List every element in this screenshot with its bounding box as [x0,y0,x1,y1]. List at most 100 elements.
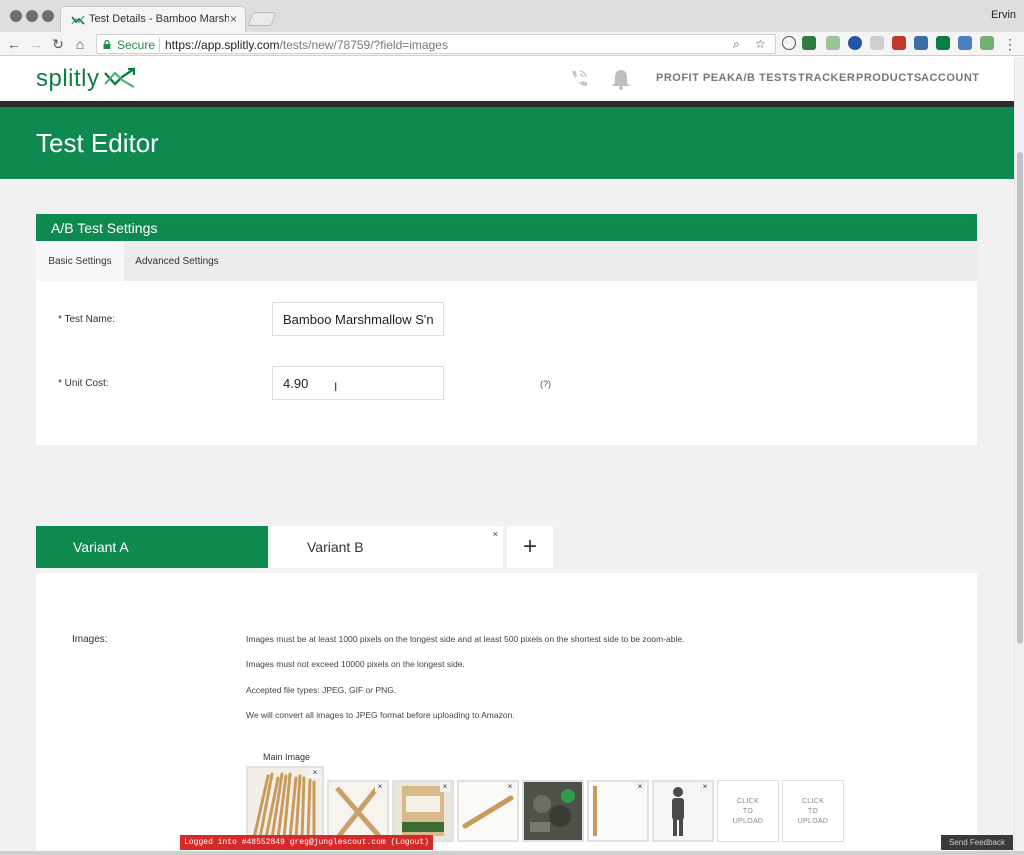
image-thumbnail[interactable]: × [327,780,389,842]
new-tab-button[interactable] [247,12,277,26]
back-icon[interactable]: ← [6,35,22,53]
tab-advanced-settings[interactable]: Advanced Settings [124,241,230,281]
scrollbar-thumb[interactable] [1017,152,1023,644]
image-thumbnail[interactable] [522,780,584,842]
settings-heading: A/B Test Settings [51,220,158,236]
extension-translate-icon[interactable] [958,36,972,50]
text-cursor-icon: I [334,380,338,394]
extension-shield-icon[interactable] [848,36,862,50]
extension-splitly-icon[interactable] [936,36,950,50]
secure-label: Secure [117,38,156,52]
campfire-photo-image [524,782,582,840]
minimize-window-button[interactable] [26,10,38,22]
maximize-window-button[interactable] [42,10,54,22]
splitly-logo-mark-icon [104,67,136,88]
extension-puzzle-icon[interactable] [870,36,884,50]
tab-title: Test Details - Bamboo Marshma [89,13,229,25]
remove-image-icon[interactable]: × [635,782,645,792]
url-path: /tests/new/78759/?field=images [279,38,448,52]
page-scrollbar[interactable] [1014,57,1024,855]
star-icon[interactable]: ☆ [755,37,766,51]
zoom-icon[interactable]: ⌕ [733,37,740,52]
extension-js-icon[interactable] [892,36,906,50]
image-rule: Images must be at least 1000 pixels on t… [246,634,685,644]
image-thumbnail[interactable]: × [457,780,519,842]
extension-evernote-icon[interactable] [802,36,816,50]
phone-icon[interactable] [566,67,590,91]
bamboo-sticks-image [248,768,322,842]
nav-profit-peak[interactable]: PROFIT PEAK [656,72,735,84]
splitly-favicon-icon [71,15,85,25]
upload-text-line: CLICK [736,798,760,805]
add-variant-button[interactable]: + [507,526,553,568]
extension-link-icon[interactable] [914,36,928,50]
address-bar[interactable]: Secure https://app.splitly.com/tests/new… [96,34,776,54]
image-rule: Images must not exceed 10000 pixels on t… [246,659,465,669]
address-separator [159,38,160,52]
browser-tab-bar: Test Details - Bamboo Marshma × Ervin [0,0,1024,32]
nav-account[interactable]: ACCOUNT [921,72,980,84]
reload-icon[interactable]: ↻ [50,35,66,53]
main-image-label: Main Image [263,752,311,762]
remove-image-icon[interactable]: × [505,782,515,792]
upload-text: CLICK TO UPLOAD [718,797,778,827]
image-rule: We will convert all images to JPEG forma… [246,710,515,720]
remove-image-icon[interactable]: × [700,782,710,792]
upload-text-line: UPLOAD [797,818,829,825]
send-feedback-button[interactable]: Send Feedback [941,835,1013,850]
home-icon[interactable]: ⌂ [72,35,88,53]
lock-icon [103,40,111,49]
images-label: Images: [72,634,108,645]
browser-menu-icon[interactable]: ⋮ [1002,35,1018,53]
settings-panel-body: * Test Name: * Unit Cost: I (?) [36,281,977,445]
profile-name[interactable]: Ervin [991,9,1016,21]
extension-info-icon[interactable] [782,36,796,50]
close-window-button[interactable] [10,10,22,22]
extension-check-icon[interactable] [980,36,994,50]
tab-variant-a[interactable]: Variant A [36,526,268,568]
upload-text-line: TO [807,808,819,815]
settings-panel-header: A/B Test Settings [36,214,977,241]
tab-variant-b[interactable]: Variant B × [271,526,503,568]
upload-slot[interactable]: CLICK TO UPLOAD [717,780,779,842]
url-text[interactable]: https://app.splitly.com/tests/new/78759/… [165,38,448,52]
test-name-input[interactable] [272,302,444,336]
title-band: Test Editor [0,107,1014,179]
upload-slot[interactable]: CLICK TO UPLOAD [782,780,844,842]
upload-text-line: UPLOAD [732,818,764,825]
site-header: splitly PROFIT PEAK A/B TESTS TRACKER PR… [0,57,1014,101]
upload-text-line: TO [742,808,754,815]
variant-b-label: Variant B [307,539,364,555]
image-thumbnail[interactable]: × [587,780,649,842]
logged-in-banner[interactable]: Logged into #48552849 greg@junglescout.c… [180,835,433,850]
unit-cost-help[interactable]: (?) [540,379,551,389]
remove-image-icon[interactable]: × [310,768,320,778]
extension-grammar-icon[interactable] [826,36,840,50]
nav-ab-tests[interactable]: A/B TESTS [735,72,797,84]
tab-basic-settings[interactable]: Basic Settings [36,241,124,281]
splitly-logo[interactable]: splitly [36,65,100,93]
bell-icon[interactable] [609,67,633,91]
upload-text-line: CLICK [801,798,825,805]
remove-image-icon[interactable]: × [375,782,385,792]
forward-icon[interactable]: → [28,35,44,53]
unit-cost-input[interactable] [272,366,444,400]
browser-tab[interactable]: Test Details - Bamboo Marshma × [60,6,246,32]
tab-close-icon[interactable]: × [230,12,237,26]
page-title: Test Editor [36,128,159,158]
test-name-label: * Test Name: [58,314,116,325]
window-bottom-edge [0,851,1024,855]
unit-cost-label: * Unit Cost: [58,378,109,389]
image-thumbnail[interactable]: × [652,780,714,842]
app-window: Test Details - Bamboo Marshma × Ervin ← … [0,0,1024,855]
upload-text: CLICK TO UPLOAD [783,797,843,827]
browser-toolbar: ← → ↻ ⌂ Secure https://app.splitly.com/t… [0,32,1024,56]
main-image-thumbnail[interactable]: × [246,766,324,844]
image-thumbnail[interactable]: × [392,780,454,842]
nav-tracker[interactable]: TRACKER [798,72,855,84]
url-host: https://app.splitly.com [165,38,280,52]
nav-products[interactable]: PRODUCTS [856,72,922,84]
remove-image-icon[interactable]: × [440,782,450,792]
image-rule: Accepted file types: JPEG, GIF or PNG. [246,685,397,695]
remove-variant-icon[interactable]: × [493,528,498,540]
